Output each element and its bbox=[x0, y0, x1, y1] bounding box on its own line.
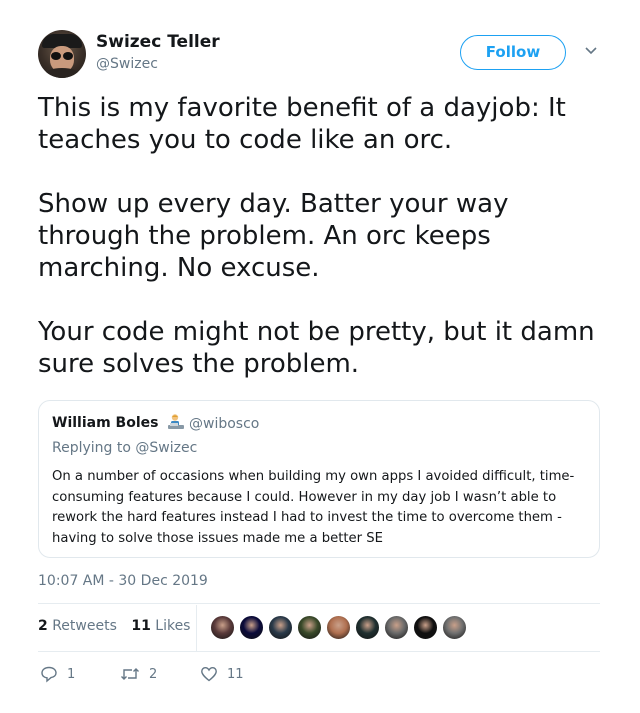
like-count: 11 bbox=[227, 666, 244, 682]
divider bbox=[38, 603, 600, 604]
avatar-glasses-left bbox=[51, 52, 61, 60]
like-action[interactable]: 11 bbox=[200, 663, 244, 685]
replying-to-handle[interactable]: @Swizec bbox=[135, 440, 197, 456]
quoted-tweet[interactable]: William Boles @wibosco Replying to @Swiz… bbox=[38, 400, 600, 558]
likes-stat[interactable]: 11 Likes bbox=[131, 618, 190, 634]
divider bbox=[38, 651, 600, 652]
liker-avatar[interactable] bbox=[239, 615, 264, 640]
retweets-stat[interactable]: 2 Retweets bbox=[38, 618, 117, 634]
replying-to-label: Replying to bbox=[52, 440, 131, 456]
tweet-text: This is my favorite benefit of a dayjob:… bbox=[38, 92, 618, 380]
liker-avatar[interactable] bbox=[326, 615, 351, 640]
retweet-action[interactable]: 2 bbox=[120, 663, 157, 685]
tweet-timestamp[interactable]: 10:07 AM - 30 Dec 2019 bbox=[38, 573, 208, 589]
liker-avatar[interactable] bbox=[268, 615, 293, 640]
liker-avatar[interactable] bbox=[210, 615, 235, 640]
reply-count: 1 bbox=[67, 666, 76, 682]
likes-label: Likes bbox=[155, 618, 191, 634]
stats-separator bbox=[196, 605, 197, 651]
retweet-icon bbox=[121, 668, 139, 680]
reply-icon bbox=[41, 666, 57, 683]
liker-avatar[interactable] bbox=[442, 615, 467, 640]
avatar-shirt bbox=[44, 68, 80, 78]
follow-button[interactable]: Follow bbox=[460, 35, 566, 70]
chevron-down-icon[interactable] bbox=[584, 44, 598, 58]
tweet-paragraph: This is my favorite benefit of a dayjob:… bbox=[38, 93, 566, 155]
liker-avatar[interactable] bbox=[413, 615, 438, 640]
likes-count: 11 bbox=[131, 618, 151, 634]
person-at-laptop-emoji-icon bbox=[168, 414, 184, 429]
quoted-author-name: William Boles bbox=[52, 415, 159, 431]
avatar-glasses-right bbox=[63, 52, 73, 60]
tweet-paragraph: Show up every day. Batter your way throu… bbox=[38, 189, 509, 283]
author-name[interactable]: Swizec Teller bbox=[96, 32, 220, 52]
retweet-count: 2 bbox=[149, 666, 158, 682]
engagement-stats: 2 Retweets 11 Likes bbox=[38, 618, 190, 634]
author-avatar[interactable] bbox=[38, 30, 86, 78]
action-bar: 1 2 11 bbox=[38, 663, 338, 687]
quoted-author-handle: @wibosco bbox=[189, 416, 260, 432]
liker-avatar[interactable] bbox=[297, 615, 322, 640]
quoted-tweet-text: On a number of occasions when building m… bbox=[52, 469, 575, 546]
retweets-count: 2 bbox=[38, 618, 48, 634]
tweet-paragraph: Your code might not be pretty, but it da… bbox=[38, 317, 595, 379]
author-handle[interactable]: @Swizec bbox=[96, 56, 158, 72]
heart-icon bbox=[201, 666, 217, 682]
liker-avatar[interactable] bbox=[384, 615, 409, 640]
tweet-card: Swizec Teller @Swizec Follow This is my … bbox=[0, 0, 640, 713]
retweets-label: Retweets bbox=[52, 618, 117, 634]
replying-to-line: Replying to @Swizec bbox=[52, 440, 197, 456]
reply-action[interactable]: 1 bbox=[40, 663, 75, 685]
liker-avatar[interactable] bbox=[355, 615, 380, 640]
